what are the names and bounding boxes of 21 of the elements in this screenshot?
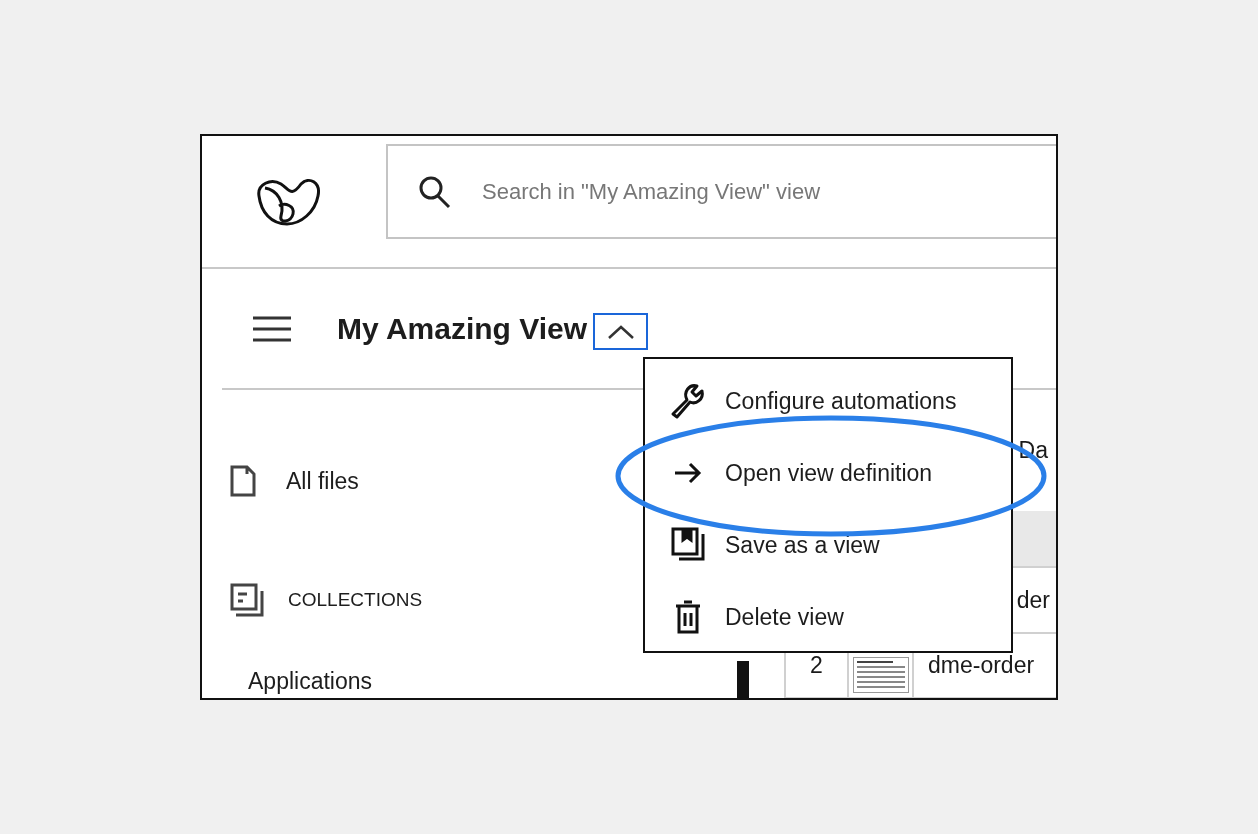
scrollbar-thumb[interactable] xyxy=(737,661,749,698)
file-icon xyxy=(230,465,256,497)
view-options-button[interactable] xyxy=(593,313,649,350)
sidebar-item[interactable]: All files xyxy=(286,467,359,495)
file-name: der xyxy=(1016,586,1050,614)
view-title: My Amazing View xyxy=(337,311,588,346)
sidebar-item[interactable]: Applications xyxy=(248,667,373,695)
search-icon xyxy=(418,174,452,209)
row-number: 2 xyxy=(810,652,823,679)
search-input[interactable]: Search in "My Amazing View" view xyxy=(480,177,1056,206)
caret-icon xyxy=(607,324,634,339)
collections-icon xyxy=(230,583,264,617)
wrench-icon xyxy=(669,382,707,420)
file-name: dme-order xyxy=(928,652,1035,679)
section-heading: COLLECTIONS xyxy=(288,589,423,611)
search-bar[interactable]: Search in "My Amazing View" view xyxy=(386,144,1056,239)
menu-icon[interactable] xyxy=(253,315,291,342)
menu-item[interactable]: Save as a view xyxy=(645,509,1011,581)
menu-item[interactable]: Configure automations xyxy=(645,365,1011,437)
bookmark-stack-icon xyxy=(669,526,707,564)
menu-item[interactable]: Delete view xyxy=(645,581,1011,653)
